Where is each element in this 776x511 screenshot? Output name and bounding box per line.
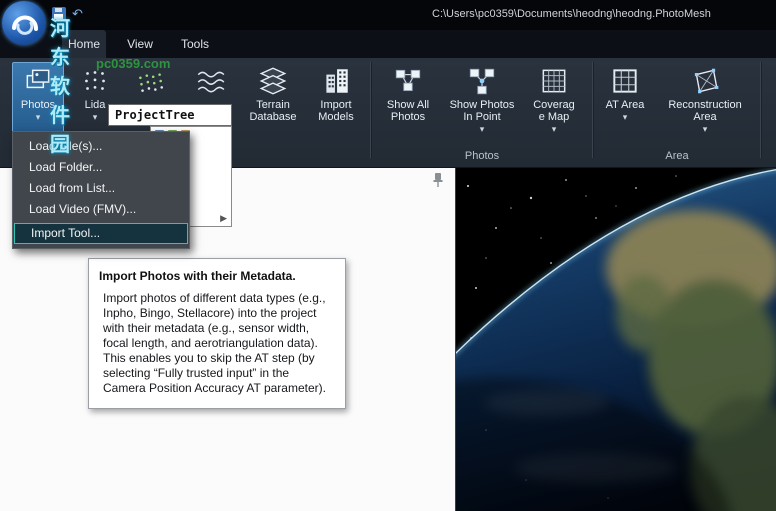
- coverage-map-icon: [538, 65, 570, 97]
- photos-button[interactable]: Photos ▾: [12, 62, 64, 138]
- undo-icon[interactable]: ↶: [72, 7, 86, 21]
- lidar-icon: [79, 65, 111, 97]
- dots-surface-icon: [134, 65, 166, 97]
- tooltip-title: Import Photos with their Metadata.: [99, 269, 335, 283]
- import-models-label: Import Models: [312, 99, 360, 123]
- window-title: C:\Users\pc0359\Documents\heodng\heodng.…: [432, 8, 711, 20]
- lidar-button[interactable]: Lida ▾: [72, 62, 118, 138]
- terrain-database-button[interactable]: Terrain Database: [242, 62, 304, 138]
- at-area-icon: [609, 65, 641, 97]
- menu-item-load-from-list[interactable]: Load from List...: [13, 178, 189, 199]
- waves-icon: [194, 65, 226, 97]
- pin-icon[interactable]: [431, 172, 445, 188]
- ribbon-separator: [760, 62, 761, 158]
- photos-icon: [22, 65, 54, 97]
- terrain-database-icon: [257, 65, 289, 97]
- point-cloud-button[interactable]: [128, 62, 172, 104]
- reconstruction-area-icon: [689, 65, 721, 97]
- menu-item-load-video-fmv[interactable]: Load Video (FMV)...: [13, 199, 189, 220]
- earth-globe: [456, 168, 776, 511]
- import-tool-tooltip: Import Photos with their Metadata. Impor…: [88, 258, 346, 409]
- menu-item-load-files[interactable]: Load File(s)...: [13, 136, 189, 157]
- save-icon[interactable]: [52, 7, 66, 21]
- title-bar: ↶ C:\Users\pc0359\Documents\heodng\heodn…: [0, 0, 776, 30]
- tab-home[interactable]: Home: [62, 30, 106, 58]
- menu-item-import-tool[interactable]: Import Tool...: [14, 223, 188, 244]
- show-all-photos-icon: [392, 65, 424, 97]
- coverage-map-button[interactable]: Coverage Map ▾: [524, 62, 584, 138]
- chevron-down-icon: ▾: [36, 113, 41, 122]
- tab-view[interactable]: View: [118, 30, 162, 58]
- project-tree-caption[interactable]: ProjectTree: [108, 104, 232, 126]
- chevron-down-icon: ▾: [93, 113, 98, 122]
- ribbon-separator: [370, 62, 371, 158]
- import-models-icon: [320, 65, 352, 97]
- ribbon-tabs: Home View Tools: [0, 30, 776, 58]
- show-all-photos-button[interactable]: Show All Photos: [376, 62, 440, 138]
- show-photos-in-point-label: Show Photos In Point: [446, 99, 518, 123]
- tooltip-body: Import photos of different data types (e…: [99, 291, 335, 396]
- photomesh-window: ↶ C:\Users\pc0359\Documents\heodng\heodn…: [0, 0, 776, 511]
- photos-label: Photos: [21, 99, 55, 111]
- lidar-label: Lida: [85, 99, 106, 111]
- at-area-button[interactable]: AT Area ▾: [600, 62, 650, 138]
- reconstruction-area-button[interactable]: Reconstruction Area ▾: [656, 62, 754, 138]
- photos-dropdown-menu: Load File(s)... Load Folder... Load from…: [12, 131, 190, 249]
- reconstruction-area-label: Reconstruction Area: [660, 99, 750, 123]
- tab-tools[interactable]: Tools: [172, 30, 218, 58]
- show-photos-in-point-button[interactable]: Show Photos In Point ▾: [444, 62, 520, 138]
- chevron-down-icon: ▾: [552, 125, 557, 134]
- show-photos-in-point-icon: [466, 65, 498, 97]
- scroll-right-icon[interactable]: ▶: [220, 214, 227, 223]
- menu-item-load-folder[interactable]: Load Folder...: [13, 157, 189, 178]
- water-bodies-button[interactable]: [188, 62, 232, 104]
- globe-3d-view[interactable]: [456, 168, 776, 511]
- group-label-area: Area: [600, 150, 754, 164]
- floppy-glyph: [52, 7, 66, 21]
- at-area-label: AT Area: [605, 99, 645, 111]
- chevron-down-icon: ▾: [480, 125, 485, 134]
- coverage-map-label: Coverage Map: [531, 99, 577, 123]
- chevron-down-icon: ▾: [623, 113, 628, 122]
- show-all-photos-label: Show All Photos: [380, 99, 436, 123]
- import-models-button[interactable]: Import Models: [308, 62, 364, 138]
- ribbon-separator: [592, 62, 593, 158]
- group-label-photos: Photos: [376, 150, 588, 164]
- terrain-database-label: Terrain Database: [244, 99, 302, 123]
- chevron-down-icon: ▾: [703, 125, 708, 134]
